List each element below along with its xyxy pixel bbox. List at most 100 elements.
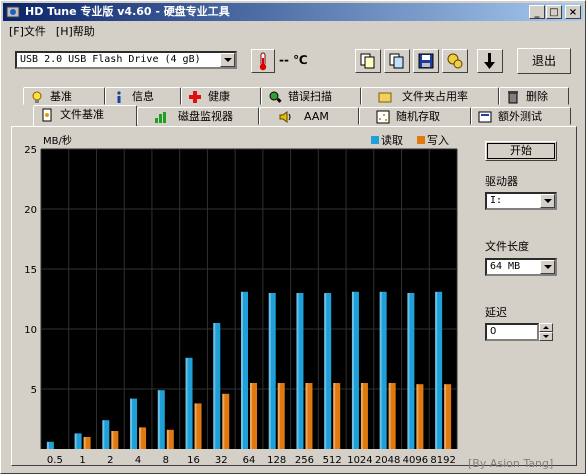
watermark: [By Asion Tang]: [468, 457, 554, 470]
random-access-icon: [376, 110, 390, 124]
tab-aam[interactable]: AAM: [259, 107, 359, 125]
menu-file[interactable]: [F]文件: [5, 23, 52, 41]
bar-highlight: [444, 384, 447, 449]
temperature-button[interactable]: [251, 49, 275, 73]
drive-label: 驱动器: [485, 175, 518, 188]
minimize-button[interactable]: _: [529, 5, 545, 19]
delay-spinner[interactable]: 0: [485, 323, 553, 341]
bar-highlight: [407, 293, 410, 449]
bar-highlight: [111, 431, 114, 449]
legend-swatch: [417, 136, 425, 144]
delay-input[interactable]: 0: [485, 323, 539, 341]
x-tick-label: 512: [323, 455, 342, 466]
window-title: HD Tune 专业版 v4.60 - 硬盘专业工具: [25, 5, 230, 18]
options-button[interactable]: [442, 49, 468, 73]
x-tick-label: 8192: [430, 455, 455, 466]
x-tick-label: 2: [107, 455, 113, 466]
bar-highlight: [222, 393, 225, 449]
menu-help[interactable]: [H]帮助: [52, 23, 101, 41]
chevron-down-icon[interactable]: [540, 194, 555, 208]
delay-label: 延迟: [485, 306, 507, 319]
bar-highlight: [250, 383, 252, 449]
close-button[interactable]: ×: [565, 5, 581, 19]
x-tick-label: 1024: [347, 455, 372, 466]
legend-label: 写入: [427, 134, 449, 147]
x-tick-label: 8: [163, 455, 169, 466]
bar-highlight: [360, 383, 363, 449]
tab-folder-usage[interactable]: 文件夹占用率: [361, 87, 499, 105]
lightbulb-icon: [32, 91, 42, 103]
tab-error-scan[interactable]: 错误扫描: [261, 87, 361, 105]
y-axis-label: MB/秒: [43, 134, 72, 147]
drive-letter-select[interactable]: I:: [485, 192, 557, 210]
bar-highlight: [185, 357, 188, 449]
copy-screen-button[interactable]: [384, 49, 410, 73]
tab-file-benchmark[interactable]: 文件基准: [33, 105, 137, 126]
temperature-readout: -- ℃: [279, 53, 308, 67]
exit-button[interactable]: 退出: [517, 48, 571, 74]
tab-info[interactable]: 信息: [105, 87, 181, 105]
tab-random-access[interactable]: 随机存取: [359, 107, 471, 125]
bar-highlight: [268, 293, 271, 449]
y-tick-label: 25: [24, 145, 37, 156]
bar-highlight: [46, 441, 49, 449]
monitor-chart-icon: [155, 112, 166, 123]
y-tick-label: 5: [31, 385, 37, 396]
chevron-down-icon[interactable]: [540, 260, 555, 274]
tab-extra-tests[interactable]: 额外测试: [471, 107, 571, 125]
title-bar: HD Tune 专业版 v4.60 - 硬盘专业工具: [3, 3, 583, 21]
bar-highlight: [166, 429, 169, 449]
bar-highlight: [139, 427, 142, 449]
bar-highlight: [194, 403, 197, 449]
x-tick-label: 64: [243, 455, 256, 466]
scan-icon: [269, 91, 282, 103]
chevron-down-icon[interactable]: [220, 53, 235, 67]
tab-benchmark[interactable]: 基准: [23, 87, 105, 105]
tab-disk-monitor[interactable]: 磁盘监视器: [137, 107, 259, 125]
maximize-button[interactable]: □: [546, 5, 562, 19]
bar-highlight: [213, 323, 216, 449]
file-length-value: 64 MB: [490, 261, 521, 272]
copy-info-button[interactable]: [355, 49, 381, 73]
y-tick-label: 10: [24, 325, 37, 336]
bar-highlight: [324, 293, 327, 449]
spin-up-icon[interactable]: [539, 323, 553, 332]
transfer-rate-chart: 5 10 15 20 25 0.5 1 2 4 8 16 32 64 128 256 512 1024 2048…: [24, 133, 458, 466]
start-button[interactable]: 开始: [485, 141, 557, 161]
x-tick-label: 128: [267, 455, 286, 466]
bar-highlight: [277, 383, 280, 449]
bar-highlight: [102, 420, 105, 449]
bar-highlight: [83, 437, 86, 449]
spin-down-icon[interactable]: [539, 332, 553, 341]
app-window: HD Tune 专业版 v4.60 - 硬盘专业工具 _ □ × [F]文件 […: [0, 0, 586, 474]
drive-select[interactable]: USB 2.0 USB Flash Drive (4 gB): [15, 51, 237, 69]
bar-highlight: [379, 291, 382, 449]
app-icon: [6, 6, 20, 18]
options-icon: [447, 53, 463, 69]
bar-highlight: [388, 383, 391, 449]
bar-highlight: [305, 383, 308, 449]
trash-icon: [508, 91, 518, 104]
legend-swatch: [371, 136, 379, 144]
bar-highlight: [130, 398, 133, 449]
tab-health[interactable]: 健康: [181, 87, 261, 105]
drive-select-value: USB 2.0 USB Flash Drive (4 gB): [20, 54, 201, 65]
download-button[interactable]: [477, 49, 503, 73]
x-tick-label: 0.5: [47, 455, 63, 466]
info-icon: [117, 91, 121, 103]
x-tick-label: 16: [187, 455, 200, 466]
file-length-select[interactable]: 64 MB: [485, 258, 557, 276]
bar-highlight: [157, 390, 160, 449]
tab-erase[interactable]: 删除: [499, 87, 569, 105]
copy-info-icon: [360, 53, 375, 69]
save-button[interactable]: [413, 49, 439, 73]
x-tick-label: 1: [79, 455, 85, 466]
x-tick-label: 32: [215, 455, 228, 466]
bar-highlight: [351, 291, 354, 449]
download-icon: [484, 53, 495, 69]
x-tick-label: 4096: [403, 455, 428, 466]
copy-screen-icon: [389, 53, 404, 69]
drive-letter-value: I:: [490, 195, 503, 206]
bar-highlight: [74, 433, 77, 449]
bar-highlight: [296, 293, 299, 449]
